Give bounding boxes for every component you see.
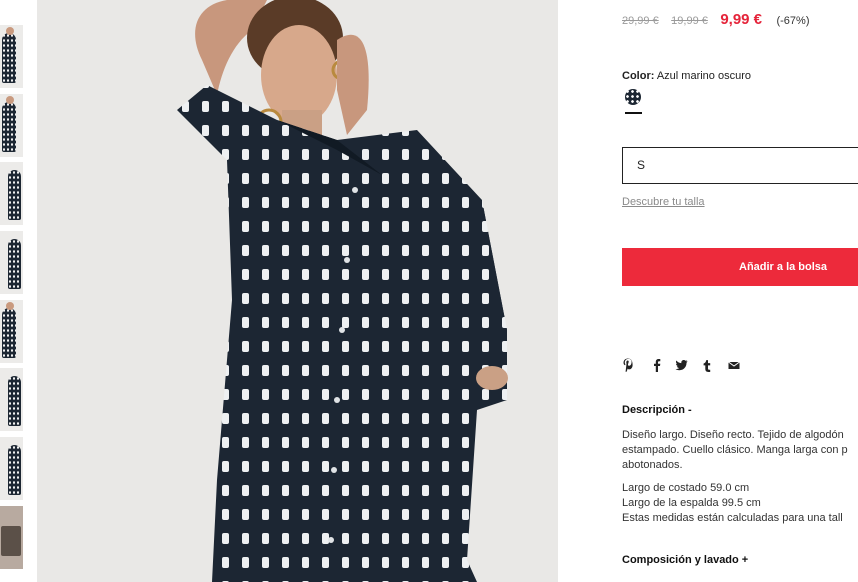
color-swatch[interactable] <box>625 89 641 105</box>
product-panel: 29,99 € 19,99 € 9,99 € (-67%) Color: Azu… <box>622 0 858 582</box>
twitter-icon[interactable] <box>675 358 688 372</box>
thumbnail-1[interactable] <box>0 25 23 88</box>
tumblr-icon[interactable] <box>702 358 714 372</box>
add-to-bag-button[interactable]: Añadir a la bolsa <box>622 248 858 286</box>
discount-badge: (-67%) <box>776 15 810 27</box>
previous-price: 19,99 € <box>671 15 708 27</box>
swatch-selected-indicator <box>625 112 642 114</box>
color-value: Azul marino oscuro <box>656 70 751 82</box>
thumbnail-5[interactable] <box>0 300 23 363</box>
description-line: Diseño largo. Diseño recto. Tejido de al… <box>622 429 844 441</box>
description-line: estampado. Cuello clásico. Manga larga c… <box>622 444 848 456</box>
measurements: Largo de costado 59.0 cm Largo de la esp… <box>622 481 843 526</box>
thumbnail-6[interactable] <box>0 368 23 431</box>
model-illustration <box>37 0 558 582</box>
description-line: abotonados. <box>622 459 683 471</box>
size-guide-link[interactable]: Descubre tu talla <box>622 196 705 208</box>
description-text: Diseño largo. Diseño recto. Tejido de al… <box>622 428 858 473</box>
measurement-line: Largo de la espalda 99.5 cm <box>622 497 761 509</box>
sale-price: 9,99 € <box>720 11 763 28</box>
pinterest-icon[interactable] <box>622 358 634 372</box>
main-product-image[interactable] <box>37 0 558 582</box>
color-label-heading: Color: <box>622 70 655 82</box>
selected-size: S <box>637 158 646 172</box>
color-label: Color: Azul marino oscuro <box>622 70 751 82</box>
measurement-line: Estas medidas están calculadas para una … <box>622 512 843 524</box>
thumbnail-3[interactable] <box>0 162 23 225</box>
email-icon[interactable] <box>728 358 740 372</box>
description-heading[interactable]: Descripción - <box>622 404 692 416</box>
thumbnail-2[interactable] <box>0 94 23 157</box>
composition-heading[interactable]: Composición y lavado + <box>622 554 748 566</box>
price-row: 29,99 € 19,99 € 9,99 € (-67%) <box>622 11 810 29</box>
size-select[interactable]: S <box>622 147 858 184</box>
thumbnail-8[interactable] <box>0 506 23 569</box>
original-price: 29,99 € <box>622 15 659 27</box>
add-to-bag-label: Añadir a la bolsa <box>739 261 828 273</box>
measurement-line: Largo de costado 59.0 cm <box>622 482 750 494</box>
facebook-icon[interactable] <box>651 358 663 372</box>
thumbnail-7[interactable] <box>0 437 23 500</box>
thumbnail-4[interactable] <box>0 231 23 294</box>
thumbnail-strip <box>0 0 24 582</box>
